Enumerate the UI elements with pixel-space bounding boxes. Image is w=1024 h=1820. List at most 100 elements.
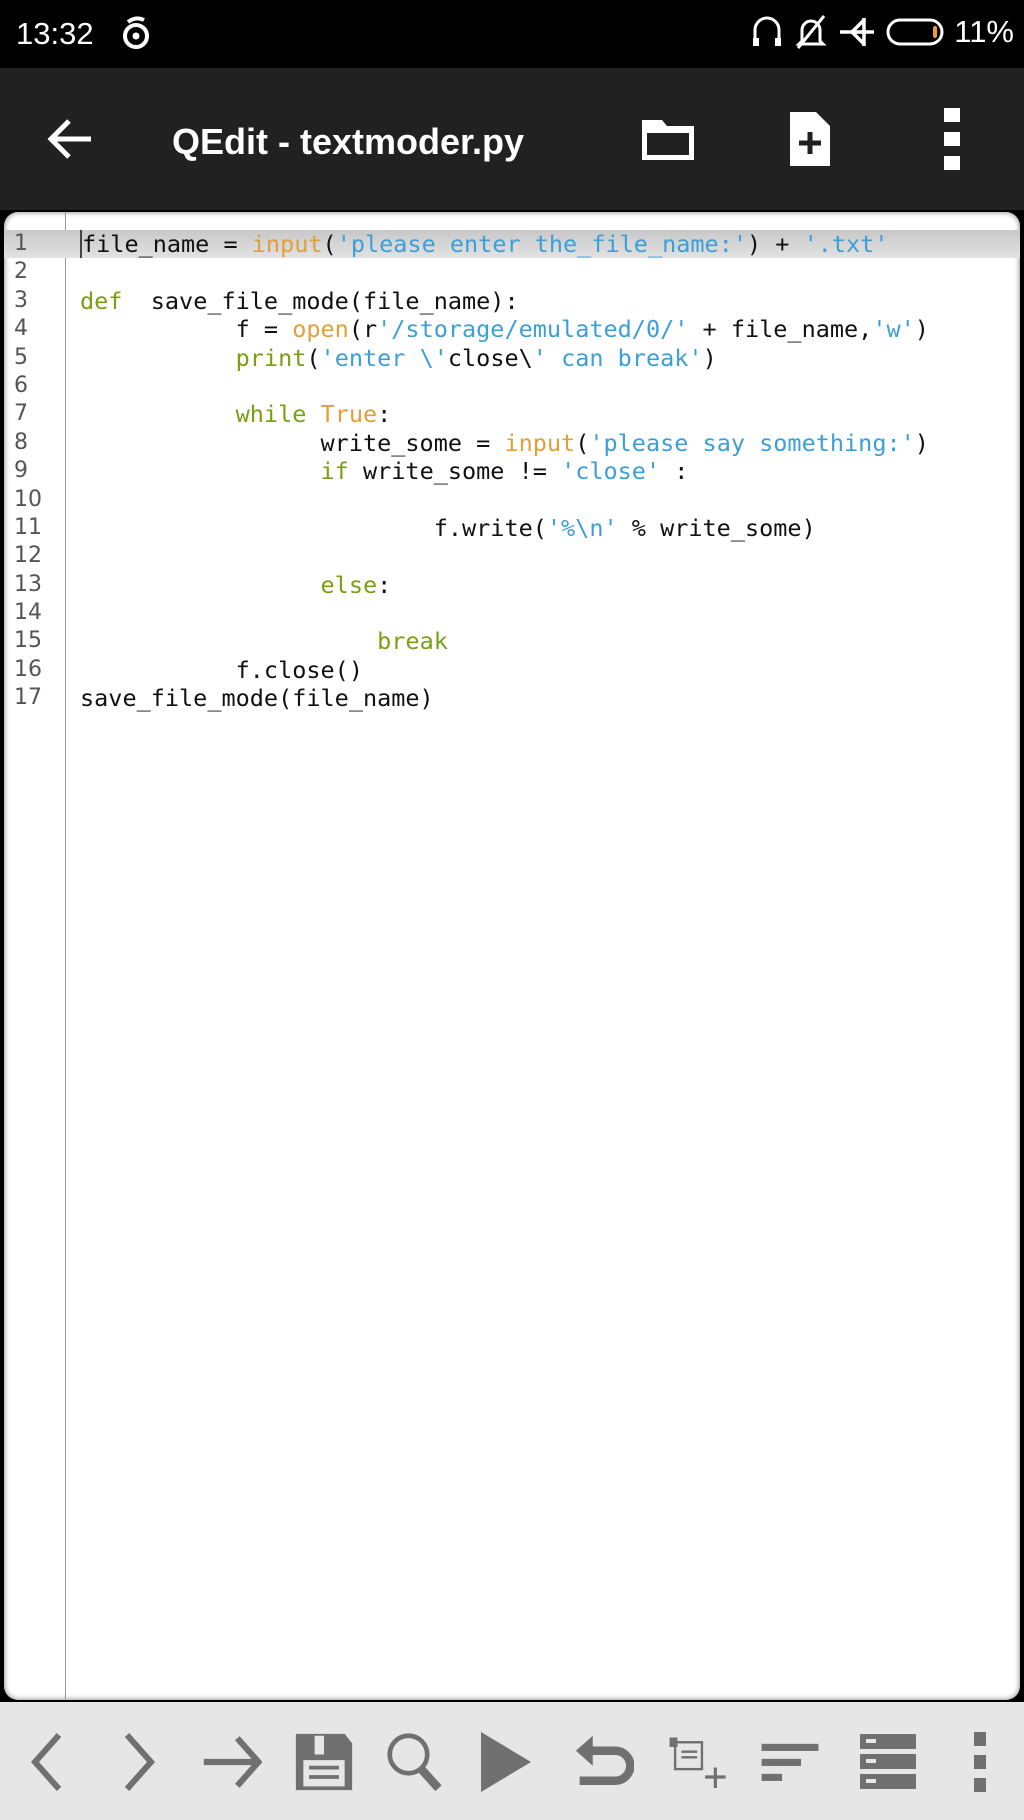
list-icon [860, 1734, 916, 1789]
code-line[interactable]: 4 f = open(r'/storage/emulated/0/' + fil… [4, 315, 1020, 343]
save-button[interactable] [294, 1732, 354, 1792]
code-editor[interactable]: 1 file_name = input('please enter the_fil… [4, 212, 1020, 1700]
code-token-plain: ) + [747, 230, 804, 258]
code-line[interactable]: 14 [4, 599, 1020, 627]
code-token-plain: write_some = [80, 428, 505, 457]
line-number: 10 [14, 486, 42, 512]
new-file-button[interactable] [780, 111, 840, 167]
next-button[interactable] [109, 1732, 169, 1792]
code-token-fn: open [292, 315, 349, 344]
code-token-str: '%\n' [546, 513, 618, 542]
chevron-left-icon [30, 1733, 62, 1791]
prev-button[interactable] [17, 1732, 77, 1792]
code-line[interactable]: 10 [4, 486, 1020, 514]
line-code: else: [80, 570, 392, 599]
add-tab-button[interactable] [668, 1732, 728, 1792]
code-token-plain: save_file_mode(file_name) [80, 684, 434, 713]
code-line[interactable]: 13 else: [4, 571, 1020, 599]
code-line[interactable]: 2 [4, 258, 1020, 286]
line-number: 14 [14, 600, 42, 626]
line-code: f.close() [80, 656, 363, 684]
airplane-icon [840, 18, 875, 46]
list-button[interactable] [858, 1732, 918, 1792]
code-token-plain: close\ [447, 343, 533, 372]
code-token-plain: file_name = [82, 230, 252, 258]
code-token-str: 'w' [872, 315, 915, 344]
line-number: 15 [14, 628, 42, 654]
code-line[interactable]: 3 def save_file_mode(file_name): [4, 287, 1020, 315]
line-number: 5 [14, 344, 28, 370]
code-token-kw: if [320, 457, 349, 486]
format-icon [761, 1743, 819, 1781]
code-line[interactable]: 12 [4, 542, 1020, 570]
code-line[interactable]: 9 if write_some != 'close' : [4, 457, 1020, 485]
code-line[interactable]: 17 save_file_mode(file_name) [4, 684, 1020, 712]
line-number: 1 [14, 231, 28, 256]
code-token-fn: input [251, 230, 323, 258]
code-token-kw: break [377, 627, 448, 656]
code-token-plain: ( [322, 230, 337, 258]
code-line[interactable]: 6 [4, 372, 1020, 400]
code-token-fn: True [320, 400, 378, 429]
line-code: file_name = input('please enter the_file… [80, 230, 888, 259]
line-number: 6 [14, 372, 28, 398]
code-line[interactable]: 5 print('enter \'close\' can break') [4, 344, 1020, 372]
code-token-plain: save_file_mode(file_name): [122, 286, 519, 315]
more-options-button[interactable] [930, 108, 974, 170]
code-token-plain: f.close() [80, 655, 363, 684]
code-token-plain: ) [914, 315, 929, 344]
line-code: save_file_mode(file_name) [80, 684, 434, 712]
line-number: 17 [14, 685, 42, 711]
run-button[interactable] [475, 1732, 535, 1792]
undo-icon [575, 1735, 634, 1785]
line-number: 16 [14, 656, 42, 682]
code-token-plain: write_some != [348, 457, 562, 486]
back-arrow-icon [47, 119, 91, 159]
code-token-str: 'close' [561, 457, 661, 486]
search-button[interactable] [386, 1732, 446, 1792]
line-code: write_some = input('please say something… [80, 429, 929, 457]
more-vert-icon [974, 1732, 986, 1792]
code-token-plain: ) [702, 343, 717, 372]
code-token-plain: ( [575, 428, 590, 457]
line-number: 13 [14, 571, 42, 597]
headset-icon [753, 16, 782, 46]
code-token-plain: f = [80, 315, 293, 344]
goto-button[interactable] [202, 1732, 262, 1792]
code-line[interactable]: 11 f.write('%\n' % write_some) [4, 514, 1020, 542]
code-token-kw: def [80, 286, 123, 315]
code-token-str: 'please say something:' [589, 428, 915, 457]
line-number: 8 [14, 429, 28, 455]
bottom-toolbar [0, 1702, 1024, 1820]
format-button[interactable] [760, 1732, 820, 1792]
code-line[interactable]: 16 f.close() [4, 656, 1020, 684]
app-toolbar: QEdit - textmoder.py [0, 68, 1024, 210]
code-token-plain: % write_some) [617, 513, 816, 542]
line-number: 11 [14, 514, 42, 540]
battery-icon [886, 18, 944, 46]
folder-icon [642, 120, 694, 160]
bell-off-icon [795, 15, 827, 49]
code-token-plain: : [377, 570, 392, 599]
code-line[interactable]: 7 while True: [4, 400, 1020, 428]
code-line[interactable]: 1 file_name = input('please enter the_fil… [4, 230, 1020, 259]
undo-button[interactable] [574, 1732, 634, 1792]
code-line[interactable]: 8 write_some = input('please say somethi… [4, 429, 1020, 457]
save-icon [295, 1733, 353, 1791]
open-folder-button[interactable] [638, 111, 698, 167]
code-lines[interactable]: 1 file_name = input('please enter the_fil… [4, 230, 1020, 713]
line-code: print('enter \'close\' can break') [80, 344, 717, 372]
code-token-kw: while [235, 400, 307, 429]
code-line[interactable]: 15 break [4, 627, 1020, 655]
line-number: 12 [14, 543, 42, 569]
bottom-more-button[interactable] [950, 1732, 1010, 1792]
code-token-plain: + file_name, [688, 315, 873, 344]
back-button[interactable] [40, 111, 100, 167]
search-icon [387, 1733, 442, 1792]
code-token-str: ' can break' [532, 343, 703, 372]
code-token-plain: : [377, 400, 392, 429]
line-code: f.write('%\n' % write_some) [80, 514, 816, 542]
line-number: 9 [14, 458, 28, 484]
line-number: 2 [14, 259, 28, 285]
